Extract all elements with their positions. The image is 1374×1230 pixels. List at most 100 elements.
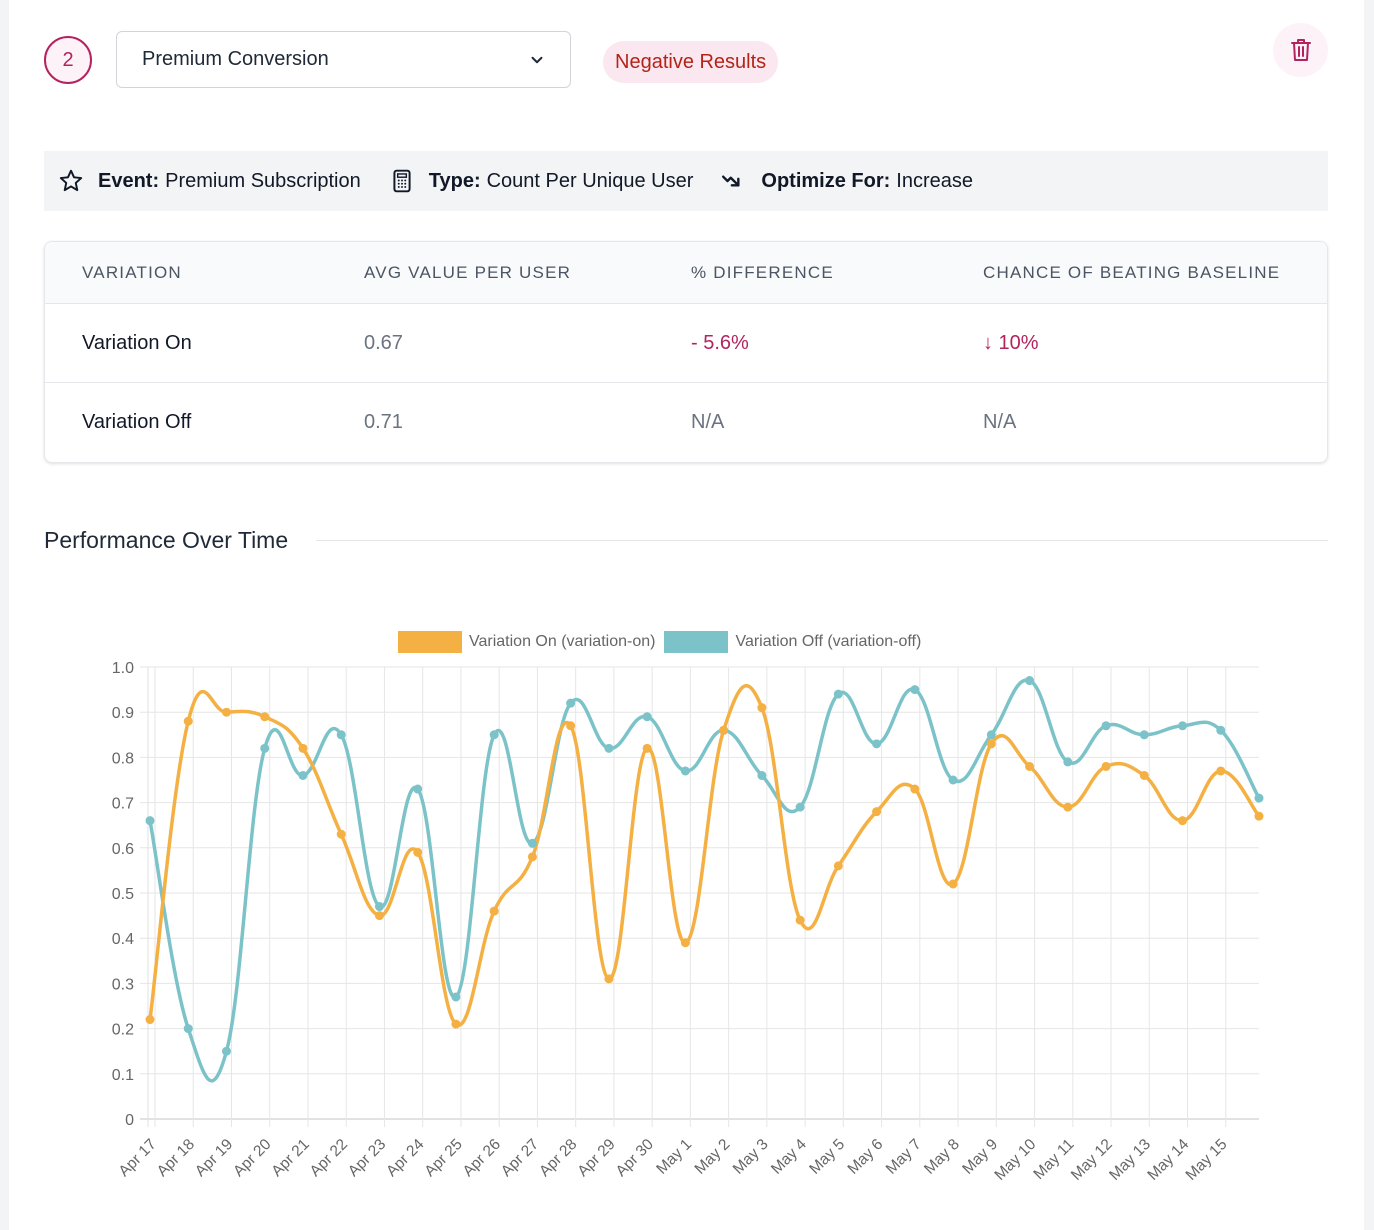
legend-swatch-variation-on (398, 631, 462, 653)
data-point-variation-on (910, 784, 920, 794)
legend-label-variation-off: Variation Off (variation-off) (735, 633, 922, 650)
data-point-variation-off (1254, 793, 1264, 803)
data-point-variation-on (833, 861, 843, 871)
data-point-variation-on (183, 716, 193, 726)
data-point-variation-on (757, 703, 767, 713)
series-line-variation-off (148, 678, 1261, 1083)
x-tick-label: Apr 23 (345, 1136, 389, 1180)
data-point-variation-on (413, 847, 423, 857)
x-tick-label: May 11 (1030, 1136, 1077, 1183)
data-point-variation-off (1101, 721, 1111, 731)
x-tick-label: Apr 20 (230, 1136, 275, 1181)
y-tick-label: 0.9 (112, 705, 134, 722)
y-tick-label: 0.3 (112, 976, 134, 993)
data-point-variation-off (183, 1024, 193, 1034)
data-point-variation-on (336, 829, 346, 839)
y-tick-label: 0.2 (112, 1022, 134, 1039)
x-tick-label: May 8 (921, 1136, 963, 1178)
x-tick-label: May 3 (730, 1136, 772, 1178)
x-tick-label: Apr 17 (116, 1136, 160, 1180)
x-tick-label: May 12 (1068, 1136, 1116, 1184)
data-point-variation-off (1139, 730, 1149, 740)
data-point-variation-off (221, 1046, 231, 1056)
legend-item-variation-on[interactable]: Variation On (variation-on) (398, 631, 655, 653)
chart-x-axis: Apr 17Apr 18Apr 19Apr 20Apr 21Apr 22Apr … (116, 1136, 1231, 1184)
x-tick-label: May 1 (653, 1136, 695, 1178)
data-point-variation-on (527, 852, 537, 862)
data-point-variation-off (566, 698, 576, 708)
data-point-variation-off (260, 743, 270, 753)
data-point-variation-on (489, 906, 499, 916)
chart-legend: Variation On (variation-on) Variation Of… (398, 631, 930, 653)
x-tick-label: May 7 (883, 1136, 925, 1178)
data-point-variation-on (1178, 816, 1188, 826)
legend-swatch-variation-off (664, 631, 729, 653)
y-tick-label: 0.5 (112, 886, 134, 903)
y-tick-label: 1.0 (112, 660, 134, 677)
data-point-variation-off (757, 770, 767, 780)
data-point-variation-off (298, 770, 308, 780)
y-tick-label: 0.8 (112, 750, 134, 767)
data-point-variation-off (413, 784, 423, 794)
data-point-variation-off (527, 838, 537, 848)
data-point-variation-off (604, 743, 614, 753)
data-point-variation-off (680, 766, 690, 776)
x-tick-label: Apr 19 (192, 1136, 236, 1180)
data-point-variation-off (1216, 725, 1226, 735)
data-point-variation-on (1139, 770, 1149, 780)
x-tick-label: Apr 27 (498, 1136, 542, 1180)
data-point-variation-on (451, 1019, 461, 1029)
data-point-variation-on (1063, 802, 1073, 812)
x-tick-label: Apr 26 (460, 1136, 504, 1180)
x-tick-label: Apr 28 (536, 1136, 580, 1180)
data-point-variation-off (986, 730, 996, 740)
data-point-variation-on (298, 743, 308, 753)
data-point-variation-on (719, 725, 729, 735)
x-tick-label: May 14 (1144, 1136, 1192, 1184)
legend-item-variation-off[interactable]: Variation Off (variation-off) (664, 631, 921, 653)
data-point-variation-off (374, 902, 384, 912)
data-point-variation-on (1101, 761, 1111, 771)
x-tick-label: Apr 18 (154, 1136, 198, 1180)
x-tick-label: May 15 (1183, 1136, 1231, 1184)
data-point-variation-off (1025, 676, 1035, 686)
performance-chart: 00.10.20.30.40.50.60.70.80.91.0 Apr 17Ap… (112, 660, 1264, 1184)
x-tick-label: May 5 (806, 1136, 848, 1178)
x-tick-label: May 4 (768, 1136, 810, 1178)
x-tick-label: May 13 (1106, 1136, 1154, 1184)
y-tick-label: 0 (125, 1112, 134, 1129)
y-tick-label: 0.6 (112, 841, 134, 858)
data-point-variation-off (336, 730, 346, 740)
x-tick-label: May 2 (692, 1136, 734, 1178)
data-point-variation-off (489, 730, 499, 740)
data-point-variation-off (833, 689, 843, 699)
x-tick-label: Apr 24 (383, 1136, 428, 1181)
y-tick-label: 0.4 (112, 931, 134, 948)
y-tick-label: 0.1 (112, 1067, 134, 1084)
data-point-variation-off (795, 802, 805, 812)
data-point-variation-on (986, 739, 996, 749)
x-tick-label: Apr 29 (574, 1136, 618, 1180)
x-tick-label: Apr 25 (421, 1136, 465, 1180)
data-point-variation-on (604, 974, 614, 984)
data-point-variation-on (1025, 761, 1035, 771)
data-point-variation-on (566, 721, 576, 731)
x-tick-label: Apr 22 (307, 1136, 351, 1180)
data-point-variation-off (948, 775, 958, 785)
data-point-variation-on (1254, 811, 1264, 821)
x-tick-label: May 6 (845, 1136, 887, 1178)
data-point-variation-off (451, 992, 461, 1002)
data-point-variation-off (642, 712, 652, 722)
data-point-variation-on (680, 938, 690, 948)
data-point-variation-on (948, 879, 958, 889)
data-point-variation-on (1216, 766, 1226, 776)
data-point-variation-off (1178, 721, 1188, 731)
data-point-variation-on (872, 807, 882, 817)
data-point-variation-off (910, 685, 920, 695)
data-point-variation-on (642, 743, 652, 753)
x-tick-label: Apr 21 (268, 1136, 312, 1180)
chart-series (148, 678, 1261, 1083)
data-point-variation-on (221, 707, 231, 717)
data-point-variation-off (1063, 757, 1073, 767)
data-point-variation-on (260, 712, 270, 722)
